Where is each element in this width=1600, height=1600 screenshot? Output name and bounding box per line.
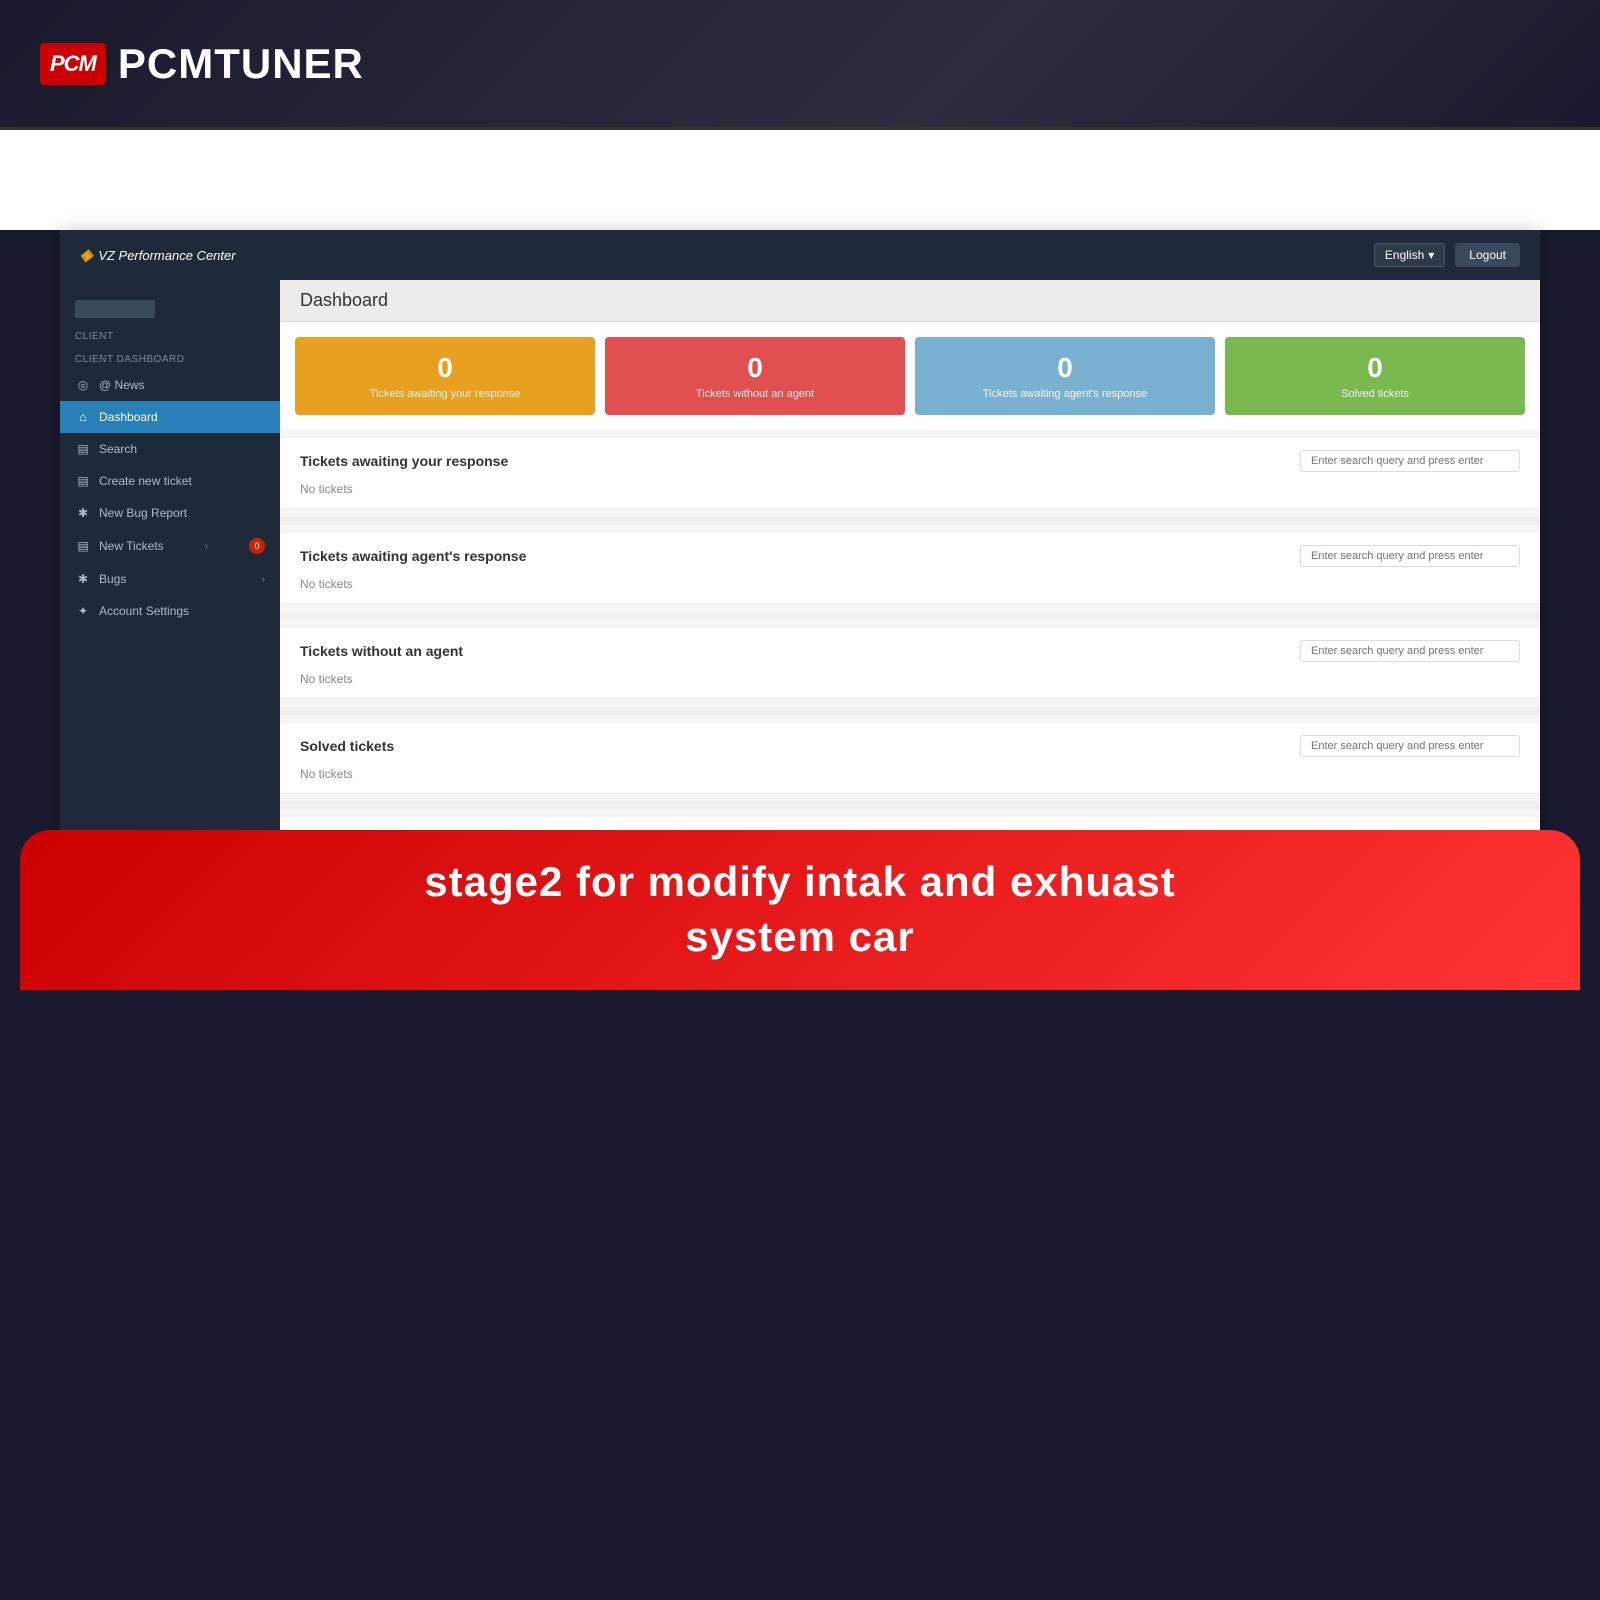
- dashboard-icon: ⌂: [75, 410, 91, 424]
- stat-card-agent-response[interactable]: 0 Tickets awaiting agent's response: [915, 337, 1215, 415]
- section-title-without-agent: Tickets without an agent: [300, 643, 463, 659]
- new-tickets-arrow-icon: ›: [205, 541, 208, 552]
- top-banner: PCM PCMTUNER: [0, 0, 1600, 130]
- section-title-awaiting: Tickets awaiting your response: [300, 453, 508, 469]
- sidebar-item-bugs[interactable]: ✱ Bugs ›: [60, 563, 280, 595]
- main-header: Dashboard: [280, 280, 1540, 322]
- section-header-awaiting: Tickets awaiting your response: [280, 438, 1540, 478]
- section-title-agent: Tickets awaiting agent's response: [300, 548, 526, 564]
- header-right: English ▾ Logout: [1374, 243, 1520, 267]
- main-content: Dashboard 0 Tickets awaiting your respon…: [280, 280, 1540, 840]
- client-label: CLIENT: [60, 323, 280, 346]
- stat-card-solved[interactable]: 0 Solved tickets: [1225, 337, 1525, 415]
- stats-row: 0 Tickets awaiting your response 0 Ticke…: [280, 322, 1540, 430]
- dashboard-label: CLIENT DASHBOARD: [60, 346, 280, 369]
- section-title-solved: Solved tickets: [300, 738, 394, 754]
- bottom-banner: stage2 for modify intak and exhuast syst…: [20, 830, 1580, 990]
- bug-report-icon: ✱: [75, 506, 91, 520]
- sidebar-item-search-label: Search: [99, 442, 137, 456]
- app-brand: ◈ VZ Performance Center: [80, 245, 236, 265]
- section-solved-tickets: Solved tickets No tickets: [280, 723, 1540, 794]
- search-input-solved[interactable]: [1300, 735, 1520, 757]
- stat-number-solved: 0: [1240, 352, 1510, 384]
- stat-number-agent-response: 0: [930, 352, 1200, 384]
- section-body-without-agent: No tickets: [280, 668, 1540, 699]
- language-selector[interactable]: English ▾: [1374, 243, 1445, 267]
- create-ticket-icon: ▤: [75, 474, 91, 488]
- app-header: ◈ VZ Performance Center English ▾ Logout: [60, 230, 1540, 280]
- dark-bg-bottom: stage2 for modify intak and exhuast syst…: [0, 840, 1600, 990]
- search-icon: ▤: [75, 442, 91, 456]
- stat-number-awaiting: 0: [310, 352, 580, 384]
- search-input-without-agent[interactable]: [1300, 640, 1520, 662]
- bugs-arrow-icon: ›: [262, 574, 265, 585]
- chevron-down-icon: ▾: [1428, 248, 1434, 262]
- bottom-banner-text: stage2 for modify intak and exhuast syst…: [424, 855, 1176, 964]
- account-settings-icon: ✦: [75, 604, 91, 618]
- stat-card-awaiting-response[interactable]: 0 Tickets awaiting your response: [295, 337, 595, 415]
- sidebar-item-news-label: @ News: [99, 378, 145, 392]
- section-header-agent: Tickets awaiting agent's response: [280, 533, 1540, 573]
- divider-2: [280, 612, 1540, 620]
- sidebar-item-news[interactable]: ◎ @ News: [60, 369, 280, 401]
- section-header-solved: Solved tickets: [280, 723, 1540, 763]
- news-icon: ◎: [75, 378, 91, 392]
- bottom-line1: stage2 for modify intak and exhuast: [424, 855, 1176, 910]
- bottom-line2: system car: [424, 910, 1176, 965]
- app-body: CLIENT CLIENT DASHBOARD ◎ @ News ⌂ Dashb…: [60, 280, 1540, 840]
- divider-4: [280, 802, 1540, 810]
- stat-label-awaiting: Tickets awaiting your response: [310, 388, 580, 400]
- sidebar-item-new-tickets-label: New Tickets: [99, 539, 164, 553]
- stat-label-without-agent: Tickets without an agent: [620, 388, 890, 400]
- new-tickets-badge: 0: [249, 538, 265, 554]
- stat-number-without-agent: 0: [620, 352, 890, 384]
- gap-area: [0, 130, 1600, 230]
- logout-button[interactable]: Logout: [1455, 243, 1520, 267]
- stat-label-solved: Solved tickets: [1240, 388, 1510, 400]
- sidebar-item-account-settings[interactable]: ✦ Account Settings: [60, 595, 280, 627]
- sidebar-item-dashboard-label: Dashboard: [99, 410, 158, 424]
- section-agent-response: Tickets awaiting agent's response No tic…: [280, 533, 1540, 604]
- section-awaiting-response: Tickets awaiting your response No ticket…: [280, 438, 1540, 509]
- section-header-without-agent: Tickets without an agent: [280, 628, 1540, 668]
- search-input-agent[interactable]: [1300, 545, 1520, 567]
- divider-1: [280, 517, 1540, 525]
- stat-label-agent-response: Tickets awaiting agent's response: [930, 388, 1200, 400]
- new-tickets-icon: ▤: [75, 539, 91, 553]
- sidebar: CLIENT CLIENT DASHBOARD ◎ @ News ⌂ Dashb…: [60, 280, 280, 840]
- sidebar-item-search[interactable]: ▤ Search: [60, 433, 280, 465]
- sidebar-item-bug-report[interactable]: ✱ New Bug Report: [60, 497, 280, 529]
- language-label: English: [1385, 248, 1424, 262]
- stat-card-without-agent[interactable]: 0 Tickets without an agent: [605, 337, 905, 415]
- pcm-logo-icon: PCM: [40, 43, 106, 85]
- brand-icon: ◈: [80, 245, 92, 265]
- user-bar: [75, 300, 155, 318]
- pcm-logo-text: PCMTUNER: [118, 40, 364, 88]
- logo-area: PCM PCMTUNER: [40, 40, 364, 88]
- section-body-solved: No tickets: [280, 763, 1540, 794]
- section-body-awaiting: No tickets: [280, 478, 1540, 509]
- search-input-awaiting[interactable]: [1300, 450, 1520, 472]
- user-section: [60, 290, 280, 323]
- section-body-agent: No tickets: [280, 573, 1540, 604]
- sidebar-item-bugs-label: Bugs: [99, 572, 126, 586]
- sidebar-item-create-ticket[interactable]: ▤ Create new ticket: [60, 465, 280, 497]
- bugs-icon: ✱: [75, 572, 91, 586]
- sidebar-item-new-tickets[interactable]: ▤ New Tickets › 0: [60, 529, 280, 563]
- brand-name: VZ Performance Center: [98, 248, 235, 263]
- divider-3: [280, 707, 1540, 715]
- sidebar-item-dashboard[interactable]: ⌂ Dashboard: [60, 401, 280, 433]
- app-window: ◈ VZ Performance Center English ▾ Logout…: [60, 230, 1540, 840]
- page-title: Dashboard: [300, 290, 1520, 311]
- sidebar-item-create-ticket-label: Create new ticket: [99, 474, 192, 488]
- sidebar-item-bug-report-label: New Bug Report: [99, 506, 187, 520]
- sidebar-item-account-settings-label: Account Settings: [99, 604, 189, 618]
- section-without-agent: Tickets without an agent No tickets: [280, 628, 1540, 699]
